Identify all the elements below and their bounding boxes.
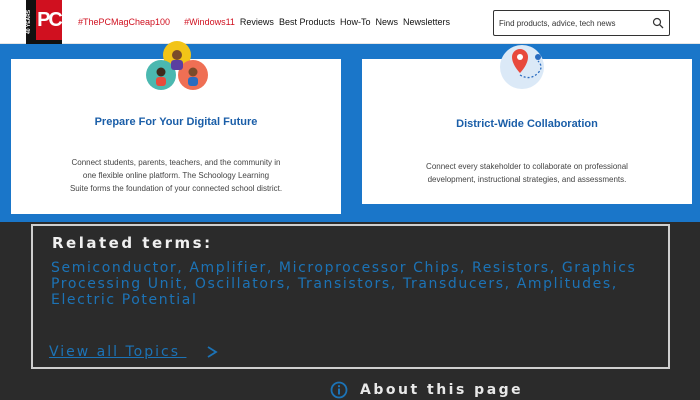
related-terms-box: Related terms: Semiconductor, Amplifier,… bbox=[31, 224, 670, 369]
map-pin-route-icon bbox=[500, 45, 544, 89]
view-all-topics-label: View all Topics bbox=[49, 344, 180, 360]
feature-card-digital-future: Prepare For Your Digital Future Connect … bbox=[11, 41, 341, 214]
about-this-page[interactable]: About this page bbox=[330, 381, 523, 399]
nav-link-reviews[interactable]: Reviews bbox=[240, 17, 274, 27]
top-nav: #ThePCMagCheap100 #Windows11 Reviews Bes… bbox=[78, 17, 450, 27]
card-title: Prepare For Your Digital Future bbox=[94, 116, 258, 128]
related-term-link[interactable]: Transducers bbox=[403, 276, 505, 292]
nav-hashtag-windows11[interactable]: #Windows11 bbox=[184, 17, 235, 27]
card-description-line: one flexible online platform. The School… bbox=[82, 171, 270, 180]
card-title: District-Wide Collaboration bbox=[456, 118, 598, 130]
nav-link-best-products[interactable]: Best Products bbox=[279, 17, 335, 27]
card-description-line: Suite forms the foundation of your conne… bbox=[69, 184, 283, 193]
info-circle-icon bbox=[330, 381, 348, 399]
card-description: Connect students, parents, teachers, and… bbox=[11, 156, 341, 195]
nav-hashtag-cheap100[interactable]: #ThePCMagCheap100 bbox=[78, 17, 170, 27]
related-terms-heading: Related terms: bbox=[52, 234, 213, 252]
logo-anniversary-text: 40 YEARS bbox=[26, 9, 32, 35]
related-term-link[interactable]: Microprocessor Chips bbox=[279, 260, 460, 276]
search-icon[interactable] bbox=[652, 17, 664, 29]
view-all-topics-link[interactable]: View all Topics bbox=[49, 344, 220, 360]
card-description: Connect every stakeholder to collaborate… bbox=[362, 160, 692, 186]
card-description-line: Connect students, parents, teachers, and… bbox=[71, 158, 281, 167]
related-term-link[interactable]: Electric Potential bbox=[51, 292, 197, 308]
community-people-icon bbox=[146, 41, 208, 90]
related-terms-list: Semiconductor, Amplifier, Microprocessor… bbox=[51, 260, 637, 308]
chevron-right-icon bbox=[207, 346, 219, 358]
site-header: 40 YEARS PC #ThePCMagCheap100 #Windows11… bbox=[0, 0, 700, 44]
about-this-page-label: About this page bbox=[360, 382, 524, 398]
related-term-link[interactable]: Amplitudes bbox=[517, 276, 612, 292]
card-description-line: Connect every stakeholder to collaborate… bbox=[426, 162, 628, 171]
search-input[interactable] bbox=[499, 15, 649, 31]
related-term-link[interactable]: Transistors bbox=[298, 276, 391, 292]
search-box bbox=[493, 10, 670, 36]
related-term-link[interactable]: Oscillators bbox=[195, 276, 286, 292]
related-term-link[interactable]: Resistors bbox=[472, 260, 550, 276]
nav-link-how-to[interactable]: How-To bbox=[340, 17, 371, 27]
nav-link-newsletters[interactable]: Newsletters bbox=[403, 17, 450, 27]
nav-link-news[interactable]: News bbox=[375, 17, 398, 27]
related-term-link[interactable]: Amplifier bbox=[189, 260, 266, 276]
card-description-line: development, instructional strategies, a… bbox=[427, 175, 627, 184]
feature-card-collaboration: District-Wide Collaboration Connect ever… bbox=[362, 45, 692, 204]
logo-mark: PC bbox=[36, 0, 63, 40]
pcmag-logo[interactable]: 40 YEARS PC bbox=[26, 0, 63, 44]
related-term-link[interactable]: Semiconductor bbox=[51, 260, 177, 276]
